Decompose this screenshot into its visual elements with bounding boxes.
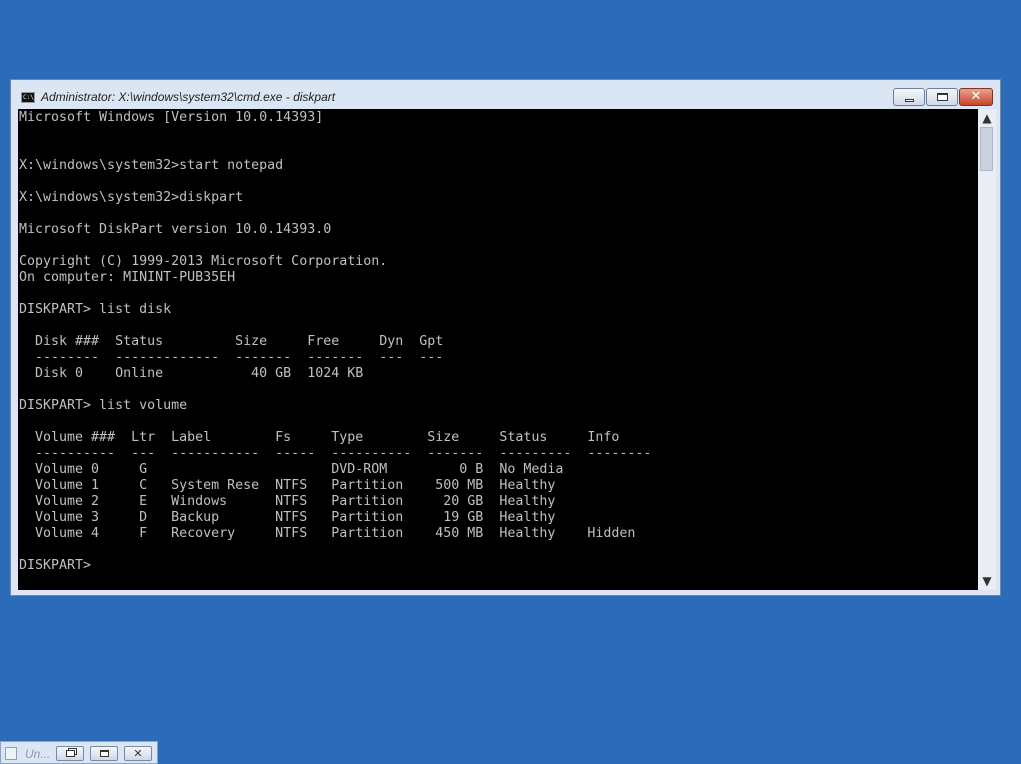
scroll-up-button[interactable]: ▲ — [978, 109, 996, 127]
scroll-down-button[interactable]: ▼ — [978, 572, 996, 590]
minimized-window-title: Un... — [25, 747, 51, 761]
scroll-thumb[interactable] — [980, 127, 993, 171]
console-line: Volume 2 E Windows NTFS Partition 20 GB … — [19, 494, 556, 509]
vertical-scrollbar[interactable]: ▲ ▼ — [978, 109, 996, 590]
console-line: DISKPART> — [19, 558, 100, 573]
chevron-down-icon: ▼ — [982, 574, 992, 588]
console-line: Volume 1 C System Rese NTFS Partition 50… — [19, 478, 556, 493]
console-line: X:\windows\system32>start notepad — [19, 158, 284, 173]
console-line: Microsoft Windows [Version 10.0.14393] — [19, 110, 324, 125]
console-line: ---------- --- ----------- ----- -------… — [19, 446, 652, 461]
console-line: Copyright (C) 1999-2013 Microsoft Corpor… — [19, 254, 388, 269]
console-line: On computer: MININT-PUB35EH — [19, 270, 236, 285]
maximize-icon — [99, 750, 109, 757]
console-line: Volume 3 D Backup NTFS Partition 19 GB H… — [19, 510, 556, 525]
console-icon: C:\ — [21, 92, 35, 103]
console-line: Disk 0 Online 40 GB 1024 KB — [19, 366, 364, 381]
close-icon: ✕ — [133, 747, 143, 760]
console-text: Microsoft Windows [Version 10.0.14393] X… — [19, 110, 651, 574]
title-bar[interactable]: C:\ Administrator: X:\windows\system32\c… — [11, 80, 1000, 109]
console-line: Disk ### Status Size Free Dyn Gpt — [19, 334, 444, 349]
console-line: DISKPART> list disk — [19, 302, 172, 317]
console-line: Volume 0 G DVD-ROM 0 B No Media — [19, 462, 564, 477]
console-line: DISKPART> list volume — [19, 398, 188, 413]
notepad-icon — [5, 747, 17, 760]
console-line: Microsoft DiskPart version 10.0.14393.0 — [19, 222, 332, 237]
console-line: X:\windows\system32>diskpart — [19, 190, 244, 205]
console-line: Volume ### Ltr Label Fs Type Size Status… — [19, 430, 620, 445]
maximize-button[interactable] — [926, 88, 958, 106]
close-icon: ✕ — [970, 89, 982, 104]
console-output[interactable]: Microsoft Windows [Version 10.0.14393] X… — [18, 109, 978, 590]
console-line: -------- ------------- ------- ------- -… — [19, 350, 444, 365]
close-button[interactable]: ✕ — [959, 88, 993, 106]
restore-button[interactable] — [56, 746, 84, 761]
restore-icon — [65, 750, 75, 757]
maximize-button[interactable] — [90, 746, 118, 761]
minimize-button[interactable] — [893, 88, 925, 106]
minimized-notepad-window[interactable]: Un... ✕ — [0, 741, 158, 764]
minimize-icon — [904, 98, 914, 102]
window-title: Administrator: X:\windows\system32\cmd.e… — [41, 90, 336, 104]
cmd-window[interactable]: C:\ Administrator: X:\windows\system32\c… — [10, 79, 1001, 596]
close-button[interactable]: ✕ — [124, 746, 152, 761]
maximize-icon — [936, 93, 948, 101]
console-line: Volume 4 F Recovery NTFS Partition 450 M… — [19, 526, 636, 541]
chevron-up-icon: ▲ — [982, 111, 992, 125]
